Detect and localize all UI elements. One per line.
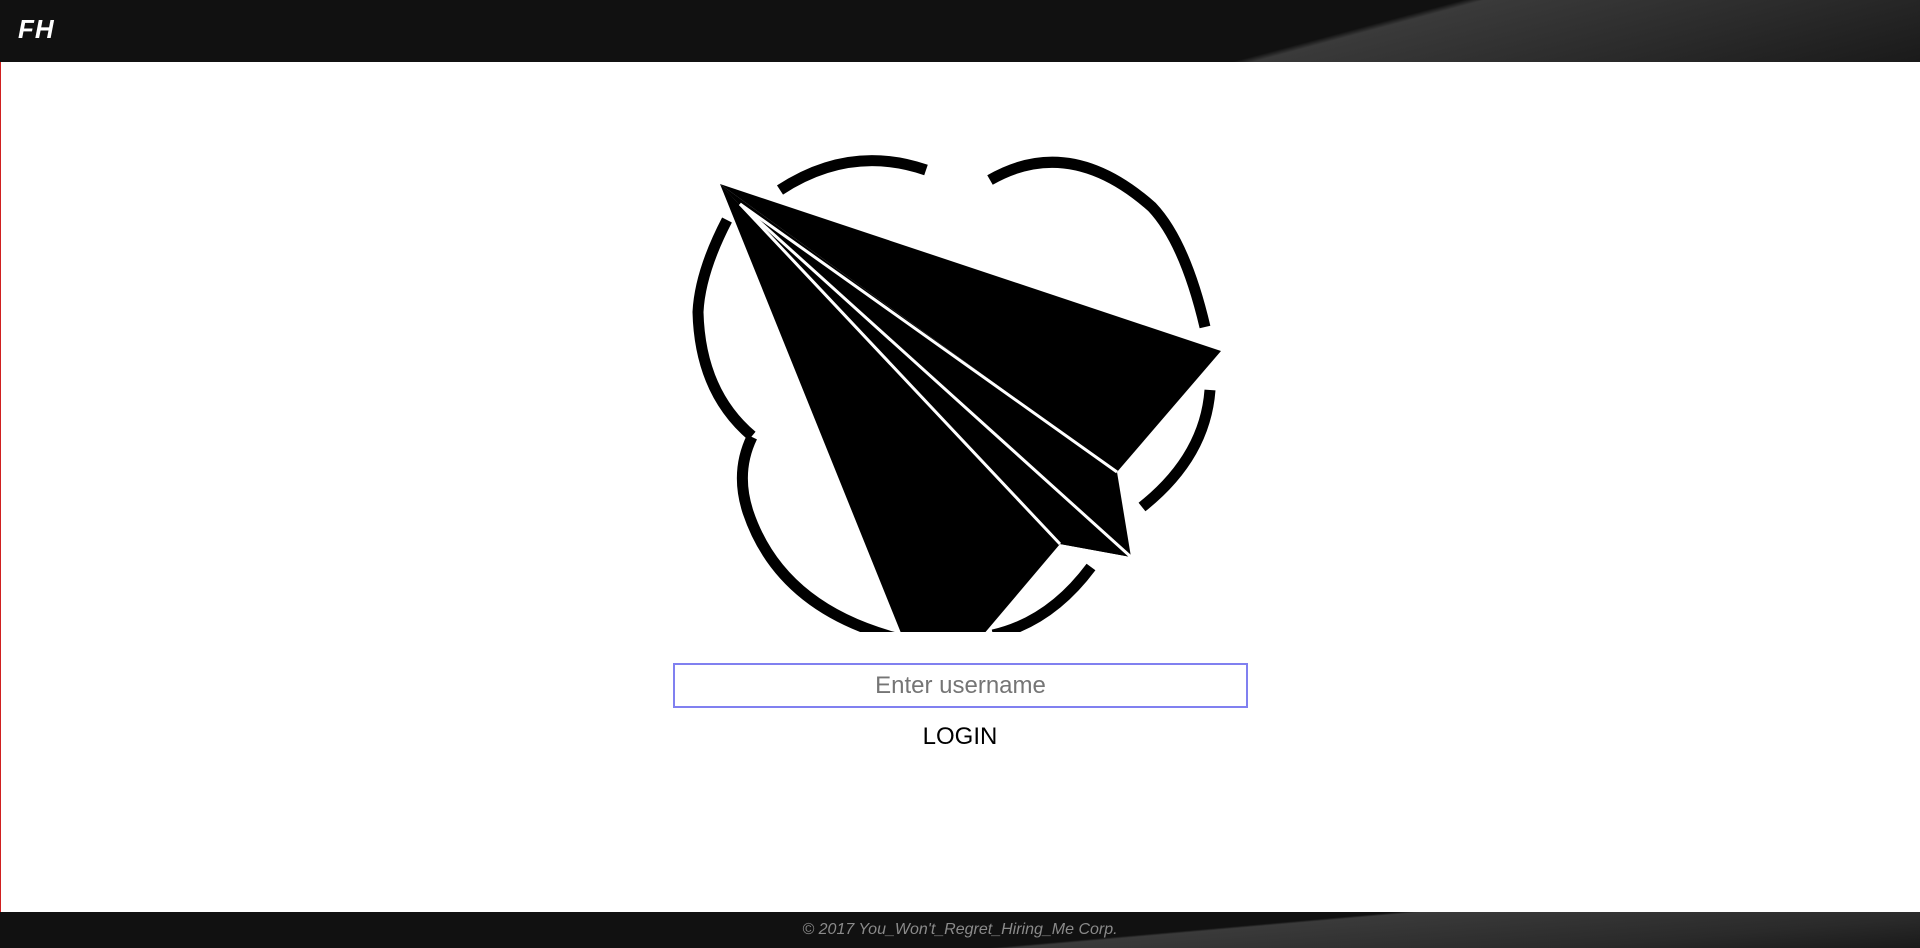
- paper-plane-cloud-icon: [692, 155, 1221, 632]
- top-navbar: FH: [0, 0, 1920, 62]
- login-button[interactable]: LOGIN: [860, 719, 1060, 755]
- brand-logo-text[interactable]: FH: [18, 14, 55, 45]
- footer-bar: © 2017 You_Won't_Regret_Hiring_Me Corp.: [0, 912, 1920, 948]
- username-input[interactable]: [673, 663, 1248, 708]
- copyright-text: © 2017 You_Won't_Regret_Hiring_Me Corp.: [802, 921, 1118, 938]
